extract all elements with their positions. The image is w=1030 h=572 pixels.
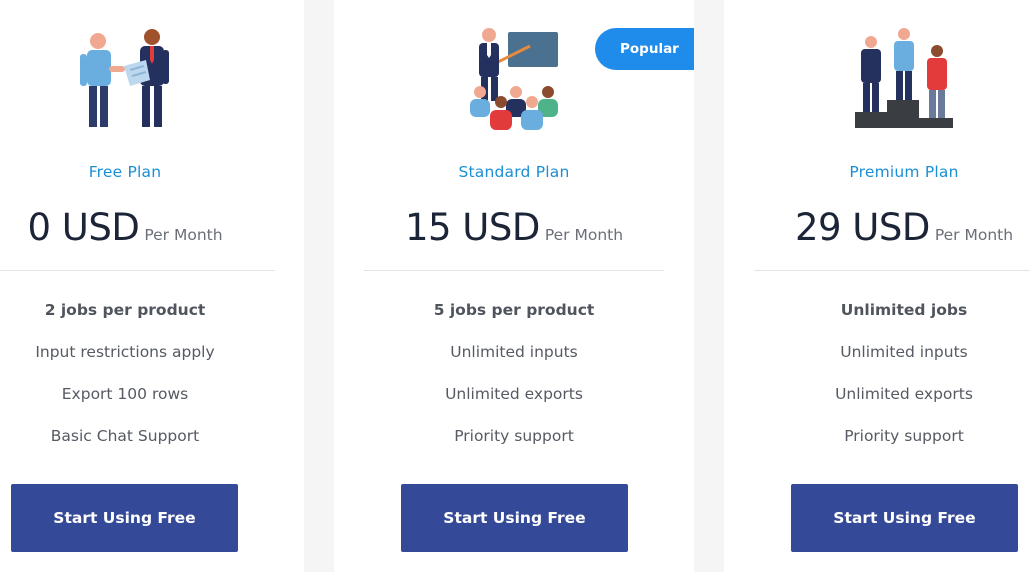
feature-item: 2 jobs per product: [44, 301, 206, 319]
handshake-people-icon: [68, 26, 178, 130]
pricing-card-free: Free Plan 0 USD Per Month 2 jobs per pro…: [0, 0, 304, 572]
price-period: Per Month: [934, 226, 1014, 244]
plan-price: 15 USD: [404, 206, 540, 249]
divider: [0, 270, 275, 271]
start-free-button[interactable]: Start Using Free: [791, 484, 1018, 552]
feature-item: Input restrictions apply: [35, 343, 215, 361]
start-free-button[interactable]: Start Using Free: [11, 484, 238, 552]
plan-price: 29 USD: [794, 206, 930, 249]
feature-item: Unlimited inputs: [450, 343, 578, 361]
feature-item: 5 jobs per product: [433, 301, 595, 319]
start-free-button[interactable]: Start Using Free: [401, 484, 628, 552]
price-row: 15 USD Per Month: [364, 206, 664, 249]
plan-price: 0 USD: [27, 206, 140, 249]
plan-name: Premium Plan: [849, 163, 959, 181]
plan-name: Standard Plan: [458, 163, 570, 181]
popular-badge: Popular: [595, 28, 694, 70]
presentation-audience-icon: [460, 26, 570, 130]
divider: [754, 270, 1030, 271]
feature-item: Basic Chat Support: [50, 427, 200, 445]
feature-item: Unlimited jobs: [840, 301, 968, 319]
feature-item: Unlimited exports: [445, 385, 583, 403]
feature-item: Unlimited exports: [835, 385, 973, 403]
price-period: Per Month: [544, 226, 624, 244]
plan-name: Free Plan: [88, 163, 162, 181]
feature-item: Export 100 rows: [61, 385, 189, 403]
podium-winners-icon: [849, 26, 959, 130]
price-row: 0 USD Per Month: [0, 206, 275, 249]
feature-item: Priority support: [844, 427, 964, 445]
divider: [364, 270, 664, 271]
price-row: 29 USD Per Month: [754, 206, 1030, 249]
feature-item: Priority support: [454, 427, 574, 445]
pricing-card-standard: Popular Standard Plan 15 USD Per Month 5…: [334, 0, 694, 572]
pricing-card-premium: Premium Plan 29 USD Per Month Unlimited …: [724, 0, 1030, 572]
price-period: Per Month: [144, 226, 223, 244]
feature-item: Unlimited inputs: [840, 343, 968, 361]
